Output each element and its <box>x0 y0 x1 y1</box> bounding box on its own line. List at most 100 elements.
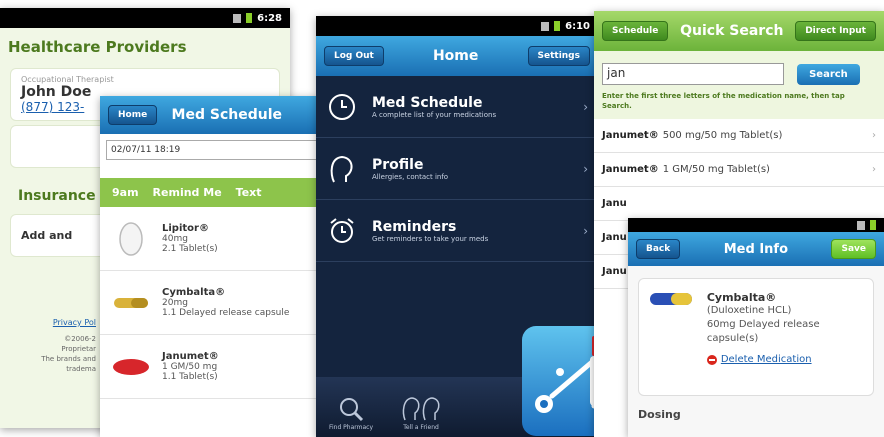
result-brand: Janu <box>602 266 627 277</box>
menu-item-title: Reminders <box>372 218 457 235</box>
med-name: Janumet® <box>162 351 219 362</box>
search-result-item[interactable]: Janumet® 1 GM/50 mg Tablet(s) › <box>594 153 884 187</box>
status-bar: 6:10 <box>316 16 598 36</box>
result-brand: Janu <box>602 232 627 243</box>
battery-icon <box>870 220 876 230</box>
save-button[interactable]: Save <box>831 239 876 259</box>
footer-line: The brands and <box>41 355 96 363</box>
chevron-right-icon: › <box>583 99 588 114</box>
yellow-capsule-icon <box>110 296 152 310</box>
battery-icon <box>246 13 253 23</box>
chevron-right-icon: › <box>583 161 588 176</box>
med-schedule-screen: Home Med Schedule 02/07/11 18:19 9am Rem… <box>100 96 320 437</box>
med-name: Lipitor® <box>162 223 209 234</box>
menu-item-title: Profile <box>372 156 424 173</box>
menu-item-subtitle: A complete list of your medications <box>372 110 497 119</box>
search-result-item[interactable]: Janu <box>594 187 884 221</box>
footer-line: tradema <box>66 365 96 373</box>
app-screenshot-collage: 6:28 Healthcare Providers Occupational T… <box>0 0 884 437</box>
signal-icon <box>857 220 865 230</box>
status-time: 6:28 <box>257 12 282 24</box>
tab-text[interactable]: Text <box>236 186 262 199</box>
med-name: Cymbalta® <box>706 291 777 304</box>
med-info-screen: Back Med Info Save Cymbalta® (Duloxetine… <box>628 218 884 437</box>
med-quantity: 2.1 Tablet(s) <box>162 244 218 254</box>
result-brand: Janumet® <box>602 130 659 141</box>
privacy-policy-link[interactable]: Privacy Pol <box>0 318 96 328</box>
screen-title: Med Schedule <box>171 107 282 123</box>
schedule-tabs: 9am Remind Me Text <box>100 178 320 207</box>
status-bar: 6:28 <box>0 8 290 28</box>
med-quantity: 1.1 Delayed release capsule <box>162 308 290 318</box>
search-input[interactable]: jan <box>602 63 784 85</box>
med-dose: 40mg <box>162 234 188 244</box>
chevron-right-icon: › <box>583 223 588 238</box>
status-time: 6:10 <box>565 20 590 32</box>
med-generic-name: (Duloxetine HCL) <box>706 305 792 316</box>
dosing-section-title: Dosing <box>638 408 681 421</box>
logout-button[interactable]: Log Out <box>324 46 384 66</box>
direct-input-button[interactable]: Direct Input <box>795 21 876 41</box>
white-round-pill-icon <box>110 221 152 257</box>
menu-item-profile[interactable]: Profile Allergies, contact info › <box>316 138 598 200</box>
result-brand: Janu <box>602 198 627 209</box>
med-info-card: Cymbalta® (Duloxetine HCL) 60mg Delayed … <box>638 278 874 396</box>
med-quantity: 1.1 Tablet(s) <box>162 372 218 382</box>
battery-icon <box>554 21 561 31</box>
med-name: Cymbalta® <box>162 287 226 298</box>
delete-medication-link[interactable]: Delete Medication <box>706 354 863 365</box>
schedule-button[interactable]: Schedule <box>602 21 669 41</box>
tab-time[interactable]: 9am <box>112 186 139 199</box>
chevron-right-icon: › <box>872 164 876 175</box>
profile-icon <box>326 153 358 185</box>
footer-line: ©2006-2 <box>64 335 96 343</box>
menu-item-subtitle: Allergies, contact info <box>372 172 449 181</box>
status-bar <box>628 218 884 232</box>
menu-item-subtitle: Get reminders to take your meds <box>372 234 489 243</box>
screen-title: Med Info <box>723 241 788 257</box>
menu-item-title: Med Schedule <box>372 94 483 111</box>
search-hint: Enter the first three letters of the med… <box>602 92 845 110</box>
home-screen: 6:10 Log Out Home Settings Med Schedule … <box>316 16 598 437</box>
result-detail: 500 mg/50 mg Tablet(s) <box>662 130 783 141</box>
settings-button[interactable]: Settings <box>527 46 590 66</box>
chevron-right-icon: › <box>872 130 876 141</box>
signal-icon <box>233 13 242 23</box>
footer: Privacy Pol ©2006-2 Proprietar The brand… <box>0 318 100 374</box>
menu-item-med-schedule[interactable]: Med Schedule A complete list of your med… <box>316 76 598 138</box>
red-oval-pill-icon <box>110 358 152 376</box>
screen-title: Home <box>432 48 479 64</box>
signal-icon <box>541 21 550 31</box>
med-list-item[interactable]: Cymbalta® 20mg 1.1 Delayed release capsu… <box>100 271 320 335</box>
search-result-item[interactable]: Janumet® 500 mg/50 mg Tablet(s) › <box>594 119 884 153</box>
med-dose: 1 GM/50 mg <box>162 362 218 372</box>
app-logo-icon <box>522 326 598 436</box>
menu-item-reminders[interactable]: Reminders Get reminders to take your med… <box>316 200 598 262</box>
tab-remind-me[interactable]: Remind Me <box>153 186 222 199</box>
delete-icon <box>706 354 717 365</box>
find-pharmacy-icon <box>340 398 364 422</box>
search-area: jan Search Enter the first three letters… <box>594 51 884 119</box>
tell-a-friend-icon <box>402 397 440 421</box>
med-list-item[interactable]: Lipitor® 40mg 2.1 Tablet(s) <box>100 207 320 271</box>
blue-yellow-capsule-icon <box>649 291 707 383</box>
med-dose: 60mg Delayed release capsule(s) <box>706 319 820 344</box>
date-time-field[interactable]: 02/07/11 18:19 <box>106 140 320 160</box>
find-pharmacy-label: Find Pharmacy <box>328 424 374 431</box>
home-button[interactable]: Home <box>108 105 158 125</box>
result-detail: 1 GM/50 mg Tablet(s) <box>662 164 770 175</box>
search-button[interactable]: Search <box>797 63 860 85</box>
find-pharmacy-button[interactable]: Find Pharmacy <box>326 396 376 431</box>
back-button[interactable]: Back <box>636 239 681 259</box>
footer-line: Proprietar <box>61 345 96 353</box>
med-dose: 20mg <box>162 298 188 308</box>
tell-a-friend-button[interactable]: Tell a Friend <box>396 396 446 431</box>
delete-medication-label: Delete Medication <box>720 354 812 365</box>
result-brand: Janumet® <box>602 164 659 175</box>
title-bar: Schedule Quick Search Direct Input <box>594 11 884 51</box>
clock-icon <box>326 91 358 123</box>
title-bar: Home Med Schedule <box>100 96 320 134</box>
screen-title: Quick Search <box>680 23 784 39</box>
med-list-item[interactable]: Janumet® 1 GM/50 mg 1.1 Tablet(s) <box>100 335 320 399</box>
provider-occupation: Occupational Therapist <box>21 75 114 84</box>
